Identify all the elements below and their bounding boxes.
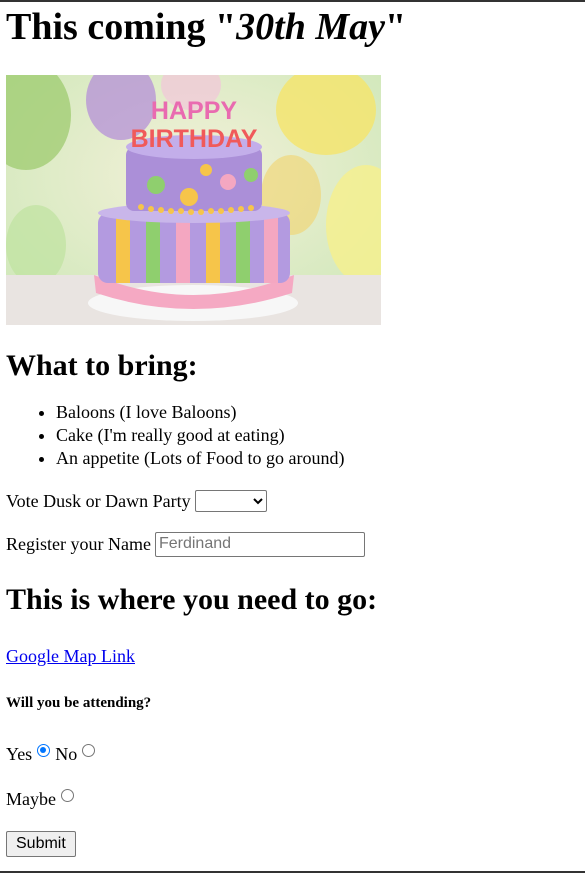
vote-row: Vote Dusk or Dawn Party xyxy=(6,488,579,514)
list-item: An appetite (Lots of Food to go around) xyxy=(56,447,579,470)
attending-row-2: Maybe xyxy=(6,787,579,811)
attending-row-1: Yes No xyxy=(6,742,579,766)
cake-text-top: HAPPY xyxy=(151,97,237,125)
attending-heading: Will you be attending? xyxy=(6,695,152,711)
option-maybe-radio[interactable] xyxy=(60,788,74,802)
option-no-label: No xyxy=(55,744,78,764)
option-no-radio[interactable] xyxy=(82,743,96,757)
list-item: Cake (I'm really good at eating) xyxy=(56,424,579,447)
birthday-cake-image: HAPPY BIRTHDAY xyxy=(6,75,381,325)
bring-list: Baloons (I love Baloons) Cake (I'm reall… xyxy=(6,401,579,470)
directions-heading: This is where you need to go: xyxy=(6,583,378,616)
title-date: 30th May xyxy=(236,6,385,48)
bring-heading: What to bring: xyxy=(6,349,198,382)
option-yes-radio[interactable] xyxy=(37,743,51,757)
list-item: Baloons (I love Baloons) xyxy=(56,401,579,424)
vote-label: Vote Dusk or Dawn Party xyxy=(6,491,191,511)
title-prefix: This coming " xyxy=(6,6,237,48)
register-label: Register your Name xyxy=(6,534,151,554)
page: This coming "30th May" HAPPY BIRTHDAY Wh… xyxy=(0,5,585,857)
vote-select[interactable] xyxy=(194,490,267,512)
cake-text-bottom: BIRTHDAY xyxy=(131,125,258,153)
option-yes-label: Yes xyxy=(6,744,33,764)
google-map-link[interactable]: Google Map Link xyxy=(6,644,135,668)
option-maybe-label: Maybe xyxy=(6,789,56,809)
name-input[interactable] xyxy=(154,531,365,557)
submit-button[interactable]: Submit xyxy=(6,831,76,857)
title-suffix: " xyxy=(385,6,407,48)
register-row: Register your Name xyxy=(6,530,579,558)
page-title: This coming "30th May" xyxy=(6,5,579,49)
cake-illustration: HAPPY BIRTHDAY xyxy=(6,75,381,325)
